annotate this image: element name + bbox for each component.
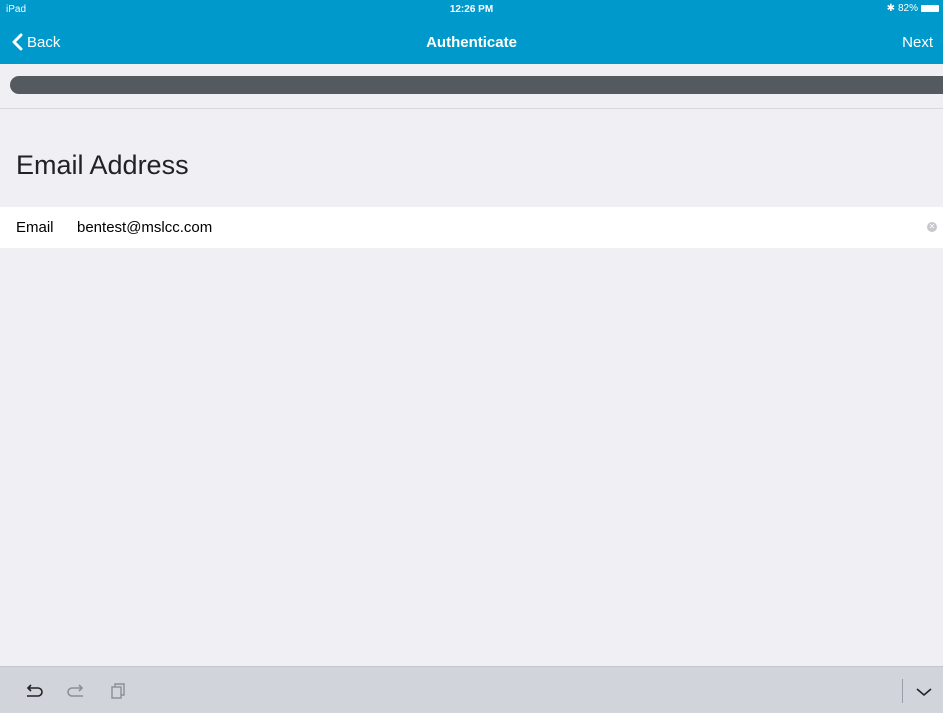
status-right: ✱ 82% [887, 3, 939, 14]
battery-icon [921, 5, 939, 12]
paste-icon[interactable] [106, 679, 130, 703]
navigation-bar: Back Authenticate Next [0, 20, 943, 64]
page-title: Authenticate [426, 34, 517, 51]
email-label: Email [16, 219, 54, 236]
progress-area [0, 64, 943, 109]
email-row: Email ✕ [0, 207, 943, 248]
battery-percent: 82% [897, 3, 918, 14]
clock: 12:26 PM [449, 4, 494, 15]
section-title: Email Address [16, 150, 189, 180]
undo-icon[interactable] [22, 679, 46, 703]
toolbar-divider [902, 679, 903, 703]
email-field[interactable] [77, 219, 877, 236]
bluetooth-icon: ✱ [886, 3, 895, 14]
keyboard-shortcut-bar [0, 666, 943, 713]
next-button[interactable]: Next [902, 34, 933, 51]
chevron-down-icon[interactable] [912, 679, 936, 703]
clear-icon[interactable]: ✕ [927, 222, 937, 232]
redo-icon[interactable] [64, 679, 88, 703]
status-bar: iPad 12:26 PM ✱ 82% [0, 0, 943, 20]
progress-bar [10, 76, 943, 94]
